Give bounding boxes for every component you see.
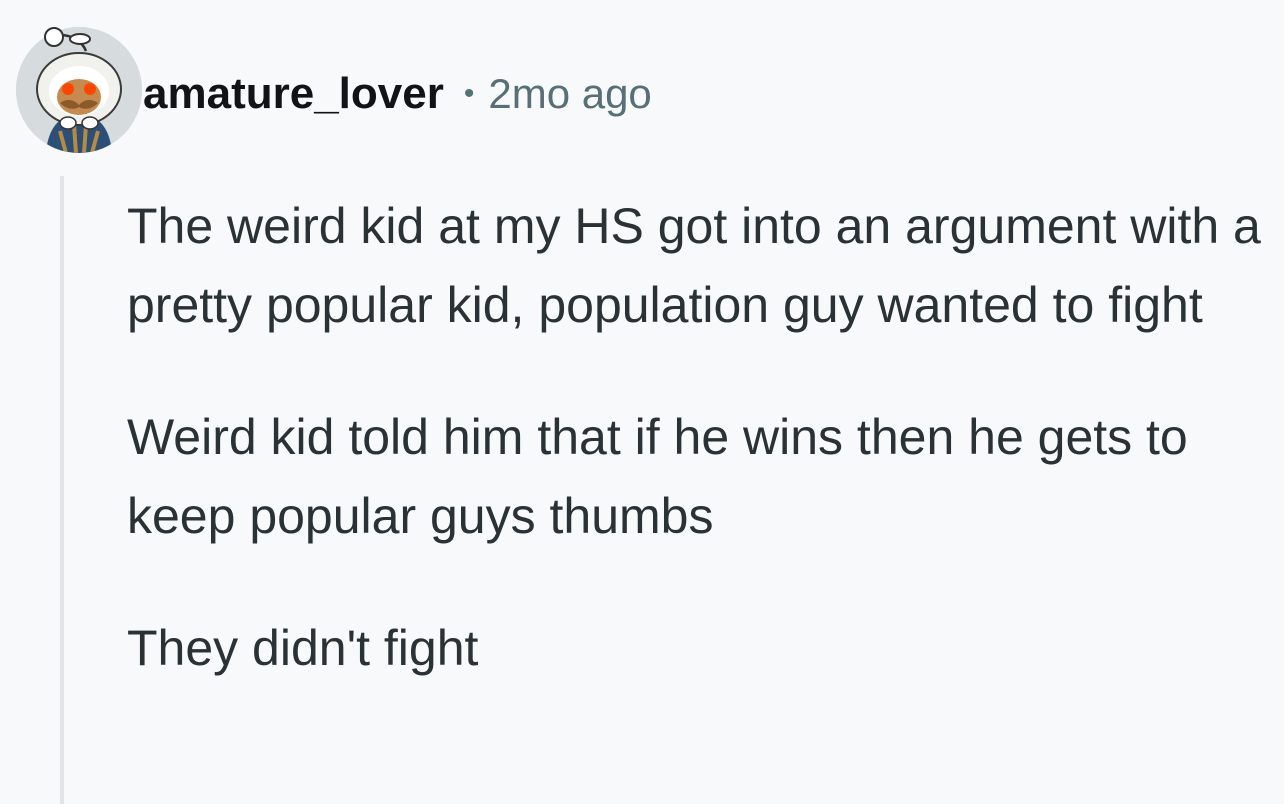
comment-paragraph: They didn't fight [127,620,479,676]
comment: amature_lover • 2mo ago The weird kid at… [0,0,1284,804]
timestamp[interactable]: 2mo ago [488,70,651,118]
comment-body: The weird kid at my HS got into an argum… [127,187,1277,741]
comment-paragraph: Weird kid told him that if he wins then … [127,409,1188,544]
snoo-avatar-icon [16,27,142,153]
comment-meta: amature_lover • 2mo ago [143,64,652,124]
thread-collapse-line[interactable] [60,176,64,804]
meta-separator: • [463,77,475,110]
user-avatar[interactable] [16,27,142,153]
username-link[interactable]: amature_lover [143,69,444,119]
comment-paragraph: The weird kid at my HS got into an argum… [127,198,1261,333]
